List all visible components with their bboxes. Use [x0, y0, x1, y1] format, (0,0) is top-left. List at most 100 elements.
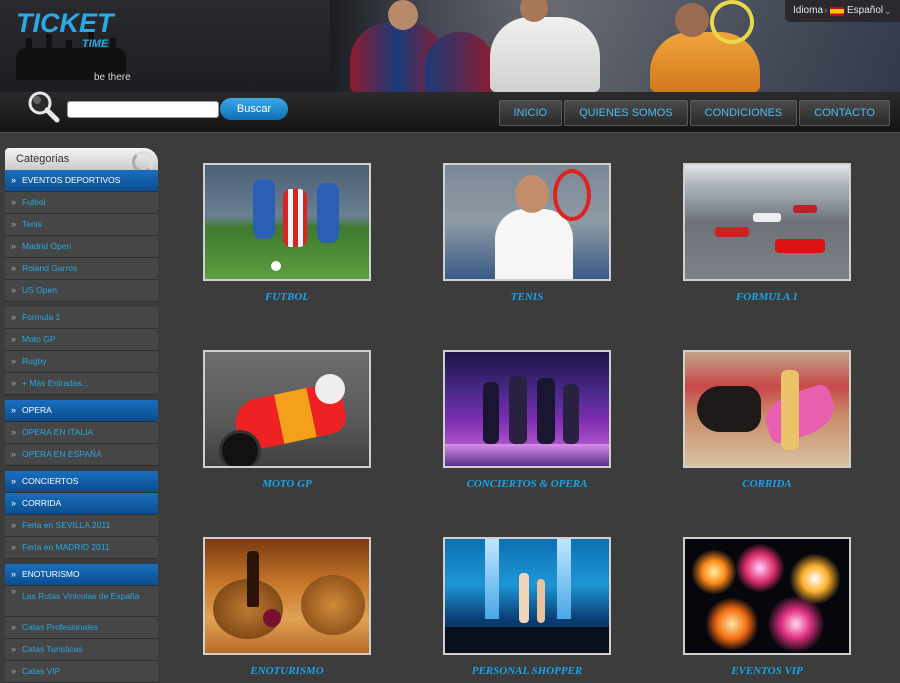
- banner-player-4-head: [675, 3, 709, 37]
- sidebar-item-feria-madrid[interactable]: Feria en MADRID 2011: [5, 537, 158, 559]
- sidebar-item-moto-gp[interactable]: Moto GP: [5, 329, 158, 351]
- model-shape: [519, 573, 529, 623]
- futbol-thumbnail[interactable]: [203, 163, 371, 281]
- audience-shape: [445, 627, 609, 653]
- banner-player-2: [425, 32, 495, 92]
- race-car-icon: [715, 227, 749, 237]
- spain-flag-icon: [830, 7, 844, 16]
- thumb-player-shape: [317, 183, 339, 243]
- sidebar-item-opera-italia[interactable]: OPERA EN ITALIA: [5, 422, 158, 444]
- personal-shopper-thumbnail[interactable]: [443, 537, 611, 655]
- sidebar-section-opera[interactable]: OPERA: [5, 400, 158, 422]
- race-car-icon: [793, 205, 817, 213]
- thumb-player-shape: [495, 209, 573, 279]
- sidebar-item-formula-1[interactable]: Formula 1: [5, 307, 158, 329]
- tile-personal-shopper[interactable]: PERSONAL SHOPPER: [443, 537, 611, 677]
- logo-subtitle: TIME: [82, 38, 109, 50]
- sidebar-item-madrid-open[interactable]: Madrid Open: [5, 236, 158, 258]
- navigation-bar: Buscar INICIO QUIENES SOMOS CONDICIONES …: [0, 91, 900, 133]
- language-selector[interactable]: Idioma › Español ⌄: [785, 0, 900, 22]
- chevron-right-icon: ›: [824, 5, 828, 16]
- thumb-musician-shape: [509, 376, 527, 444]
- main-menu: INICIO QUIENES SOMOS CONDICIONES CONTACT…: [498, 100, 890, 126]
- chevron-down-icon[interactable]: ⌄: [884, 0, 892, 22]
- tile-futbol[interactable]: FUTBOL: [203, 163, 371, 303]
- sidebar-item-us-open[interactable]: US Open: [5, 280, 158, 302]
- thumb-musician-shape: [537, 378, 555, 444]
- enoturismo-thumbnail[interactable]: [203, 537, 371, 655]
- sidebar-item-catas-profesionales[interactable]: Catas Profesionales: [5, 617, 158, 639]
- thumb-player-shape: [253, 179, 275, 239]
- tennis-racket-icon: [553, 169, 591, 221]
- logo-slogan: be there: [94, 72, 131, 83]
- formula-1-thumbnail[interactable]: [683, 163, 851, 281]
- tile-caption[interactable]: EVENTOS VIP: [683, 665, 851, 677]
- thumb-musician-shape: [483, 382, 499, 444]
- sidebar-item-catas-turisticas[interactable]: Catas Turisticas: [5, 639, 158, 661]
- sidebar-item-rutas-vinicolas[interactable]: Las Rutas Vinicolas de España: [5, 586, 158, 617]
- sidebar-section-conciertos[interactable]: CONCIERTOS: [5, 471, 158, 493]
- eventos-vip-thumbnail[interactable]: [683, 537, 851, 655]
- sidebar-section-eventos-deportivos[interactable]: EVENTOS DEPORTIVOS: [5, 170, 158, 192]
- corrida-thumbnail[interactable]: [683, 350, 851, 468]
- sidebar-item-opera-espana[interactable]: OPERA EN ESPAÑA: [5, 444, 158, 466]
- conciertos-opera-thumbnail[interactable]: [443, 350, 611, 468]
- tile-caption[interactable]: MOTO GP: [203, 478, 371, 490]
- banner-player-1-head: [388, 0, 418, 30]
- tile-moto-gp[interactable]: MOTO GP: [203, 350, 371, 490]
- helmet-icon: [315, 374, 345, 404]
- menu-item-inicio[interactable]: INICIO: [498, 100, 563, 126]
- search-input[interactable]: [67, 101, 219, 118]
- spotlight-shape: [485, 539, 499, 619]
- tile-caption[interactable]: CORRIDA: [683, 478, 851, 490]
- tile-caption[interactable]: TENIS: [443, 291, 611, 303]
- tile-caption[interactable]: PERSONAL SHOPPER: [443, 665, 611, 677]
- sidebar-section-enoturismo[interactable]: ENOTURISMO: [5, 564, 158, 586]
- tile-caption[interactable]: FORMULA 1: [683, 291, 851, 303]
- tile-caption[interactable]: CONCIERTOS & OPERA: [443, 478, 611, 490]
- sidebar-item-futbol[interactable]: Futbol: [5, 192, 158, 214]
- categories-sidebar: Categorias EVENTOS DEPORTIVOS Futbol Ten…: [5, 148, 158, 683]
- tile-tenis[interactable]: TENIS: [443, 163, 611, 303]
- stage-lights-shape: [445, 444, 609, 466]
- tile-corrida[interactable]: CORRIDA: [683, 350, 851, 490]
- menu-item-contacto[interactable]: CONTACTO: [799, 100, 890, 126]
- tile-conciertos-opera[interactable]: CONCIERTOS & OPERA: [443, 350, 611, 490]
- sidebar-item-mas-entradas[interactable]: + Más Entradas...: [5, 373, 158, 395]
- sidebar-item-feria-sevilla[interactable]: Feria en SEVILLA 2011: [5, 515, 158, 537]
- menu-item-condiciones[interactable]: CONDICIONES: [689, 100, 798, 126]
- menu-item-quienes-somos[interactable]: QUIENES SOMOS: [564, 100, 688, 126]
- model-shape: [537, 579, 545, 623]
- cape-icon: [759, 382, 841, 446]
- banner-player-3: [490, 17, 600, 92]
- tile-caption[interactable]: ENOTURISMO: [203, 665, 371, 677]
- barrel-icon: [301, 575, 365, 635]
- sidebar-section-corrida[interactable]: CORRIDA: [5, 493, 158, 515]
- site-logo[interactable]: TICKET TIME be there: [14, 8, 134, 84]
- logo-title: TICKET: [16, 8, 114, 38]
- search-button[interactable]: Buscar: [220, 98, 288, 120]
- tenis-thumbnail[interactable]: [443, 163, 611, 281]
- sidebar-item-tenis[interactable]: Tenis: [5, 214, 158, 236]
- tile-eventos-vip[interactable]: EVENTOS VIP: [683, 537, 851, 677]
- sidebar-item-rugby[interactable]: Rugby: [5, 351, 158, 373]
- firework-icon: [705, 597, 759, 651]
- sidebar-item-roland-garros[interactable]: Roland Garros: [5, 258, 158, 280]
- grapes-icon: [263, 609, 281, 627]
- firework-icon: [691, 549, 737, 595]
- language-label: Idioma: [793, 5, 824, 16]
- tile-formula-1[interactable]: FORMULA 1: [683, 163, 851, 303]
- sidebar-title: Categorias: [5, 148, 158, 173]
- moto-gp-thumbnail[interactable]: [203, 350, 371, 468]
- bull-icon: [697, 386, 761, 432]
- search-icon: [28, 91, 60, 123]
- tile-caption[interactable]: FUTBOL: [203, 291, 371, 303]
- site-header: TICKET TIME be there Idioma › Español ⌄: [0, 0, 900, 92]
- wheel-icon: [219, 430, 261, 466]
- firework-icon: [735, 543, 785, 593]
- wine-bottle-icon: [247, 551, 259, 607]
- firework-icon: [767, 595, 825, 653]
- thumb-player-head: [515, 175, 549, 213]
- race-car-icon: [753, 213, 781, 222]
- tile-enoturismo[interactable]: ENOTURISMO: [203, 537, 371, 677]
